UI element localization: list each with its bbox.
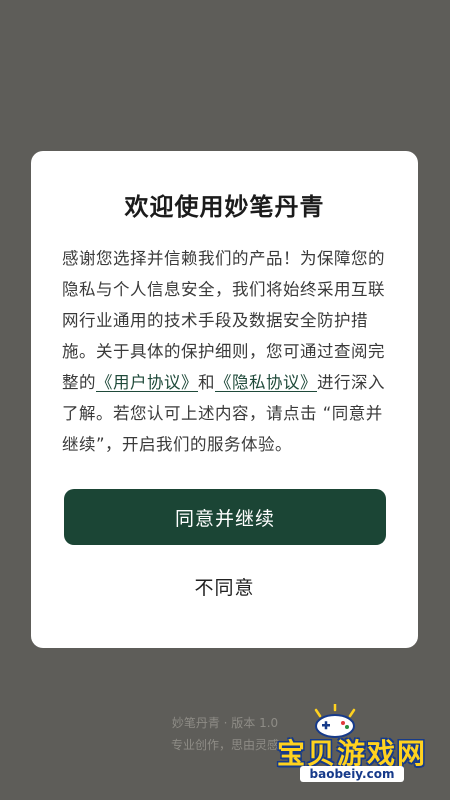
- body-text-part1: 感谢您选择并信赖我们的产品！为保障您的隐私与个人信息安全，我们将始终采用互联网行…: [62, 249, 385, 392]
- site-watermark: 宝贝游戏网 baobeiy.com: [272, 702, 432, 786]
- agree-button-label: 同意并继续: [174, 507, 275, 530]
- dialog-title: 欢迎使用妙笔丹青: [124, 193, 325, 221]
- privacy-agreement-link[interactable]: 《隐私协议》: [215, 373, 317, 392]
- body-text-and: 和: [198, 373, 215, 392]
- privacy-dialog: 欢迎使用妙笔丹青 感谢您选择并信赖我们的产品！为保障您的隐私与个人信息安全，我们…: [31, 151, 418, 648]
- user-agreement-link[interactable]: 《用户协议》: [96, 373, 198, 392]
- disagree-button-label: 不同意: [194, 576, 255, 599]
- disagree-button[interactable]: 不同意: [31, 566, 418, 606]
- agree-continue-button[interactable]: 同意并继续: [64, 489, 386, 545]
- dialog-body-text: 感谢您选择并信赖我们的产品！为保障您的隐私与个人信息安全，我们将始终采用互联网行…: [62, 243, 394, 460]
- watermark-url: baobeiy.com: [300, 766, 404, 782]
